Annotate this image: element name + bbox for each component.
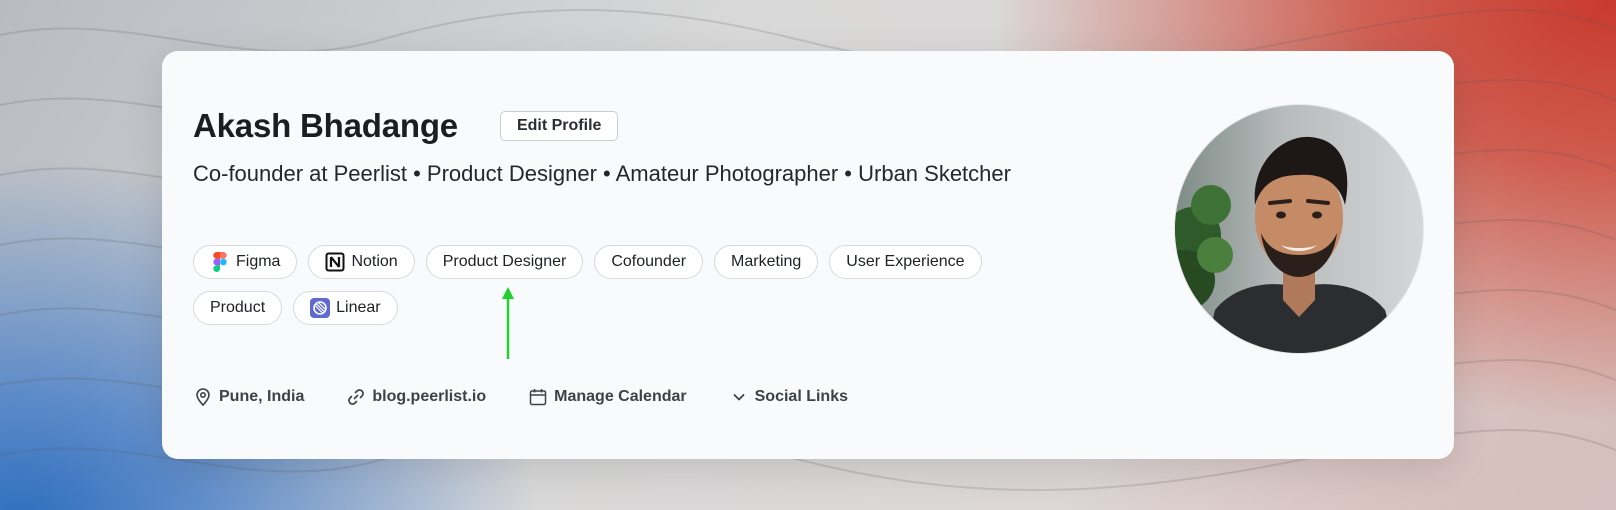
skill-tags: Figma Notion Product Designer Cofounder … [193, 245, 1053, 325]
profile-name: Akash Bhadange [193, 107, 458, 144]
tag-marketing[interactable]: Marketing [714, 245, 819, 279]
linear-icon [310, 298, 331, 318]
location-text: Pune, India [219, 388, 305, 405]
tag-notion[interactable]: Notion [308, 245, 415, 279]
website-text: blog.peerlist.io [372, 388, 487, 405]
tag-figma[interactable]: Figma [193, 245, 298, 279]
tag-user-experience[interactable]: User Experience [829, 245, 982, 279]
notion-icon [325, 252, 345, 272]
tag-label: Cofounder [611, 253, 687, 270]
profile-meta: Pune, India blog.peerlist.io Manage Cale… [193, 387, 890, 407]
chevron-down-icon [729, 387, 749, 407]
manage-calendar-link[interactable]: Manage Calendar [528, 387, 687, 407]
location-pin-icon [193, 387, 213, 407]
tag-label: User Experience [846, 253, 965, 270]
tag-label: Linear [336, 299, 381, 316]
tag-label: Product Designer [442, 253, 567, 270]
profile-tagline: Co-founder at Peerlist • Product Designe… [193, 161, 1011, 186]
tag-cofounder[interactable]: Cofounder [594, 245, 704, 279]
calendar-icon [528, 387, 548, 407]
social-links-dropdown[interactable]: Social Links [729, 387, 848, 407]
edit-profile-button[interactable]: Edit Profile [499, 111, 619, 141]
calendar-text: Manage Calendar [554, 388, 687, 405]
link-icon [346, 387, 366, 407]
profile-avatar [1174, 104, 1424, 354]
profile-card: Akash Bhadange Edit Profile Co-founder a… [162, 51, 1454, 459]
tag-label: Product [210, 299, 266, 316]
tag-linear[interactable]: Linear [293, 291, 398, 325]
tag-label: Figma [236, 253, 281, 270]
tag-product[interactable]: Product [193, 291, 283, 325]
tag-label: Notion [351, 253, 398, 270]
website-link[interactable]: blog.peerlist.io [346, 387, 486, 407]
tag-label: Marketing [731, 253, 802, 270]
figma-icon [210, 252, 230, 272]
profile-header: Akash Bhadange Edit Profile [193, 107, 619, 145]
location-item: Pune, India [193, 387, 304, 407]
green-arrow-annotation [502, 287, 514, 359]
tag-product-designer[interactable]: Product Designer [425, 245, 584, 279]
social-links-text: Social Links [754, 388, 848, 405]
